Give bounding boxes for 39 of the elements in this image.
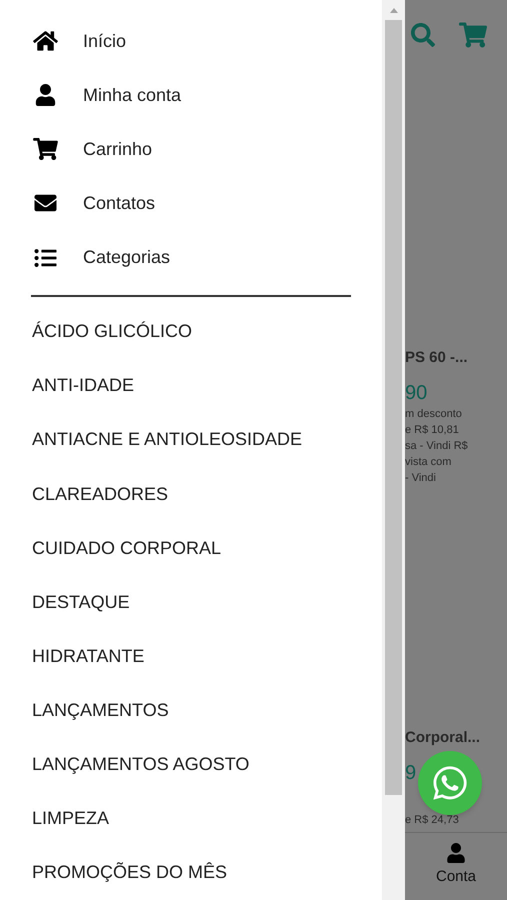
category-link[interactable]: PROMOÇÕES DO MÊS xyxy=(0,846,382,900)
menu-item[interactable]: Carrinho xyxy=(0,122,382,176)
category-link[interactable]: ANTIACNE E ANTIOLEOSIDADE xyxy=(0,412,382,467)
whatsapp-icon xyxy=(431,764,469,802)
category-link[interactable]: HIDRATANTE xyxy=(0,629,382,684)
price-note: m desconto xyxy=(405,407,463,422)
house-icon xyxy=(33,30,58,52)
category-link[interactable]: CUIDADO CORPORAL xyxy=(0,521,382,576)
cart-icon xyxy=(33,138,58,160)
product-price: 90 xyxy=(405,381,428,406)
menu-item[interactable]: Início xyxy=(0,14,382,68)
category-link[interactable]: DESTAQUE xyxy=(0,575,382,630)
price-note: e R$ 10,81 xyxy=(405,423,460,438)
price-note: e R$ 24,73 xyxy=(405,813,460,828)
category-link[interactable]: ANTI-IDADE xyxy=(0,358,382,413)
user-icon xyxy=(33,84,58,106)
user-icon xyxy=(446,843,466,863)
price-note: - Vindi xyxy=(405,471,437,486)
cart-icon[interactable] xyxy=(459,22,487,48)
category-link[interactable]: LIMPEZA xyxy=(0,792,382,846)
list-icon xyxy=(33,246,58,269)
menu-item[interactable]: Contatos xyxy=(0,176,382,230)
price-note: sa - Vindi R$ xyxy=(405,439,469,454)
account-tab[interactable]: Conta xyxy=(436,833,476,900)
product-price: 9 xyxy=(405,761,416,786)
envelope-icon xyxy=(33,192,58,214)
product-title: PS 60 -... xyxy=(405,348,469,368)
category-link[interactable]: LANÇAMENTOS AGOSTO xyxy=(0,738,382,792)
category-link[interactable]: ÁCIDO GLICÓLICO xyxy=(0,304,382,359)
price-note: vista com xyxy=(405,455,452,470)
category-link[interactable]: LANÇAMENTOS xyxy=(0,684,382,738)
scrollbar[interactable] xyxy=(382,0,405,900)
scroll-up-icon[interactable] xyxy=(390,8,398,13)
scrollbar-thumb[interactable] xyxy=(385,20,402,795)
category-link[interactable]: CLAREADORES xyxy=(0,467,382,522)
product-title: Corporal... xyxy=(405,728,482,748)
menu-item[interactable]: Minha conta xyxy=(0,68,382,122)
search-icon[interactable] xyxy=(411,23,435,47)
menu-item[interactable]: Categorias xyxy=(0,230,382,285)
